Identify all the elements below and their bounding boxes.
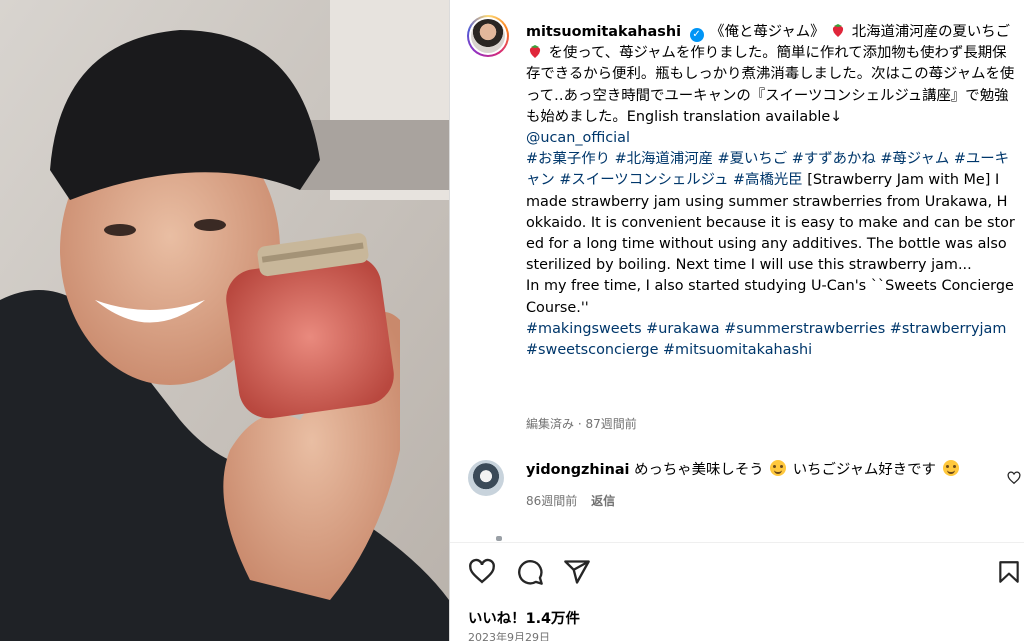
post-date: 2023年9月29日: [468, 631, 550, 641]
author-avatar[interactable]: [467, 15, 509, 57]
mention-link[interactable]: @ucan_official: [526, 130, 630, 146]
caption-title: 《俺と苺ジャム》: [710, 24, 825, 40]
next-comment-avatar: [496, 536, 502, 541]
post-photo: [0, 0, 449, 641]
caption-body-en-2: In my free time, I also started studying…: [526, 278, 1014, 316]
smiling-face-icon: [942, 460, 959, 476]
bookmark-icon[interactable]: [996, 558, 1022, 586]
caption-line2: ご: [995, 24, 1011, 40]
comment: yidongzhinai めっちゃ美味しそう いちごジャム好きです: [526, 460, 986, 481]
edited-timestamp: 編集済み · 87週間前: [526, 417, 637, 431]
post-image: [0, 0, 449, 641]
post-caption: mitsuomitakahashi ✓ 《俺と苺ジャム》 北海道浦河産の夏いちご…: [526, 22, 1016, 361]
hashtags-en[interactable]: #makingsweets #urakawa #summerstrawberri…: [526, 321, 1006, 358]
reply-button[interactable]: 返信: [591, 494, 615, 508]
actions-divider: [450, 542, 1024, 543]
comment-icon[interactable]: [516, 558, 544, 586]
send-icon[interactable]: [563, 558, 591, 586]
commenter-username[interactable]: yidongzhinai: [526, 462, 630, 478]
caption-body-jp: を使って、苺ジャムを作りました。簡単に作れて添加物も使わず長期保存できるから便利…: [526, 45, 1015, 125]
caption-line1: 北海道浦河産の夏いち: [851, 24, 996, 40]
comment-heart-icon[interactable]: [1007, 471, 1021, 485]
author-username[interactable]: mitsuomitakahashi: [526, 24, 681, 40]
comment-text-a: めっちゃ美味しそう: [634, 462, 764, 478]
strawberry-icon: [833, 24, 844, 37]
strawberry-icon: [529, 45, 541, 59]
comment-text-b: いちごジャム好きです: [792, 462, 936, 478]
comment-meta: 86週間前 返信: [526, 492, 615, 509]
post-side-panel: mitsuomitakahashi ✓ 《俺と苺ジャム》 北海道浦河産の夏いちご…: [450, 0, 1024, 641]
comment-age: 86週間前: [526, 494, 578, 508]
verified-badge-icon: ✓: [689, 28, 704, 42]
commenter-avatar[interactable]: [468, 460, 504, 496]
smiling-face-icon: [770, 460, 787, 476]
heart-icon[interactable]: [468, 558, 496, 586]
like-count[interactable]: いいね！1.4万件: [468, 607, 580, 628]
